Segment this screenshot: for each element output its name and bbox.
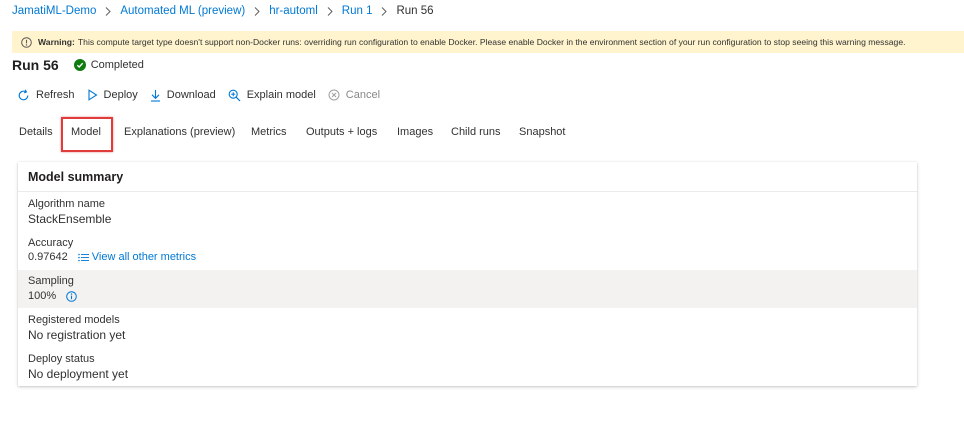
tab-details[interactable]: Details xyxy=(19,126,53,138)
tab-metrics[interactable]: Metrics xyxy=(251,126,286,138)
cancel-icon xyxy=(328,89,340,101)
checkmark-icon xyxy=(73,59,86,71)
deploy-status-field: Deploy status No deployment yet xyxy=(18,347,917,385)
refresh-label: Refresh xyxy=(36,89,75,101)
play-icon xyxy=(87,89,98,101)
info-icon[interactable] xyxy=(66,290,77,302)
zoom-in-icon xyxy=(228,89,241,101)
download-icon xyxy=(150,89,160,102)
explain-model-label: Explain model xyxy=(246,89,316,101)
warning-icon xyxy=(21,36,32,48)
registered-models-value: No registration yet xyxy=(28,328,126,342)
accuracy-row: 0.97642 View all other metrics xyxy=(28,251,196,263)
accuracy-label: Accuracy xyxy=(28,237,74,249)
registered-models-label: Registered models xyxy=(28,314,120,326)
deploy-button[interactable]: Deploy xyxy=(87,89,138,101)
cancel-label: Cancel xyxy=(345,89,381,101)
tab-outputs-logs[interactable]: Outputs + logs xyxy=(306,126,377,138)
tab-images[interactable]: Images xyxy=(397,126,433,138)
breadcrumb-workspace[interactable]: JamatiML-Demo xyxy=(12,5,96,17)
registered-models-field: Registered models No registration yet xyxy=(18,308,917,347)
refresh-icon xyxy=(18,89,29,100)
tab-explanations[interactable]: Explanations (preview) xyxy=(124,126,235,138)
explain-model-button[interactable]: Explain model xyxy=(228,89,316,102)
list-icon xyxy=(77,253,89,261)
breadcrumb-current: Run 56 xyxy=(396,5,434,17)
sampling-field: Sampling 100% xyxy=(18,270,917,308)
tab-child-runs[interactable]: Child runs xyxy=(451,126,501,138)
chevron-right-icon xyxy=(381,6,388,16)
card-title: Model summary xyxy=(18,162,917,192)
algorithm-label: Algorithm name xyxy=(28,198,106,210)
download-label: Download xyxy=(166,89,216,101)
sampling-label: Sampling xyxy=(28,275,74,287)
algorithm-value: StackEnsemble xyxy=(28,212,112,226)
chevron-right-icon xyxy=(105,6,112,16)
sampling-value: 100% xyxy=(28,290,57,302)
warning-banner: Warning: This compute target type doesn'… xyxy=(12,31,964,53)
tab-snapshot[interactable]: Snapshot xyxy=(519,126,565,138)
model-summary-card: Model summary Algorithm name StackEnsemb… xyxy=(18,162,917,386)
run-header: Run 56 Completed xyxy=(12,56,144,74)
accuracy-field: Accuracy 0.97642 View all other metrics xyxy=(18,232,917,270)
warning-message: This compute target type doesn't support… xyxy=(77,37,906,47)
cancel-button[interactable]: Cancel xyxy=(328,89,380,101)
selected-tab-highlight xyxy=(61,117,113,152)
chevron-right-icon xyxy=(254,6,260,16)
status-badge: Completed xyxy=(73,59,144,71)
download-button[interactable]: Download xyxy=(150,89,216,102)
breadcrumb-parent-run[interactable]: Run 1 xyxy=(342,5,373,17)
view-metrics-link[interactable]: View all other metrics xyxy=(77,251,197,263)
command-bar: Refresh Deploy Download Explain model Ca… xyxy=(17,87,392,103)
chevron-right-icon xyxy=(327,6,333,16)
sampling-row: 100% xyxy=(28,290,77,302)
deploy-label: Deploy xyxy=(103,89,138,101)
deploy-status-value: No deployment yet xyxy=(28,367,129,381)
warning-prefix: Warning: xyxy=(38,37,75,47)
algorithm-field: Algorithm name StackEnsemble xyxy=(18,193,917,232)
status-text: Completed xyxy=(90,59,144,71)
breadcrumb-experiment[interactable]: hr-automl xyxy=(269,5,318,17)
breadcrumb-automated-ml[interactable]: Automated ML (preview) xyxy=(120,5,245,17)
accuracy-value: 0.97642 xyxy=(28,251,68,263)
deploy-status-label: Deploy status xyxy=(28,353,95,365)
page-title: Run 56 xyxy=(12,57,59,73)
breadcrumb: JamatiML-Demo Automated ML (preview) hr-… xyxy=(12,4,434,18)
view-metrics-label: View all other metrics xyxy=(91,251,197,263)
refresh-button[interactable]: Refresh xyxy=(17,89,75,102)
